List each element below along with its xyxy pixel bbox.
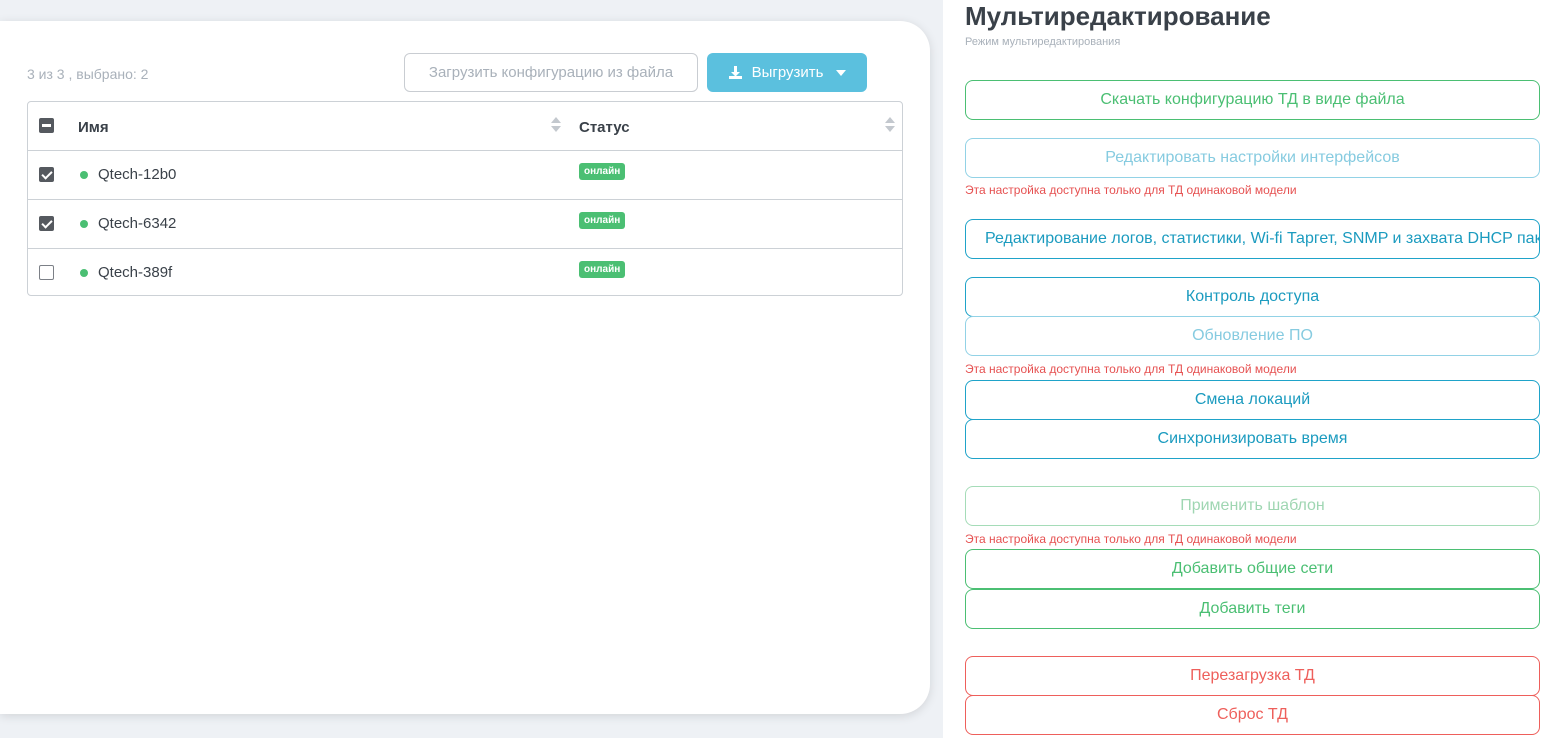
status-dot-icon	[80, 171, 88, 179]
row-checkbox[interactable]	[39, 216, 54, 231]
download-config-button[interactable]: Скачать конфигурацию ТД в виде файла	[965, 80, 1540, 120]
download-icon	[728, 66, 742, 79]
access-control-button[interactable]: Контроль доступа	[965, 277, 1540, 317]
table-row[interactable]: Qtech-6342 онлайн	[28, 200, 902, 249]
same-model-note: Эта настройка доступна только для ТД оди…	[965, 532, 1297, 546]
same-model-note: Эта настройка доступна только для ТД оди…	[965, 183, 1297, 197]
select-all-checkbox[interactable]	[39, 118, 54, 133]
load-config-button[interactable]: Загрузить конфигурацию из файла	[404, 53, 698, 92]
panel-subtitle: Режим мультиредактирования	[965, 36, 1121, 48]
device-name[interactable]: Qtech-389f	[98, 264, 172, 281]
device-name[interactable]: Qtech-12b0	[98, 166, 176, 183]
devices-table: Имя Статус Qtech-12b0 онлайн Qtech-6342 …	[27, 101, 903, 296]
edit-logs-button[interactable]: Редактирование логов, статистики, Wi-fi …	[965, 219, 1540, 259]
row-checkbox[interactable]	[39, 167, 54, 182]
status-dot-icon	[80, 269, 88, 277]
table-row[interactable]: Qtech-389f онлайн	[28, 249, 902, 295]
firmware-update-button[interactable]: Обновление ПО	[965, 316, 1540, 356]
edit-interfaces-button[interactable]: Редактировать настройки интерфейсов	[965, 138, 1540, 178]
table-header: Имя Статус	[28, 102, 902, 151]
column-header-name[interactable]: Имя	[78, 119, 109, 136]
reset-button[interactable]: Сброс ТД	[965, 695, 1540, 735]
row-checkbox[interactable]	[39, 265, 54, 280]
status-dot-icon	[80, 220, 88, 228]
export-button-label: Выгрузить	[751, 64, 824, 81]
status-badge: онлайн	[579, 212, 626, 229]
sort-icon[interactable]	[885, 117, 895, 133]
selection-count: 3 из 3 , выбрано: 2	[27, 66, 149, 82]
status-badge: онлайн	[579, 261, 626, 278]
sync-time-button[interactable]: Синхронизировать время	[965, 419, 1540, 459]
sort-icon[interactable]	[551, 117, 561, 133]
export-button[interactable]: Выгрузить	[707, 53, 867, 92]
multi-edit-panel: Мультиредактирование Режим мультиредакти…	[943, 0, 1553, 738]
panel-title: Мультиредактирование	[965, 1, 1271, 31]
reboot-button[interactable]: Перезагрузка ТД	[965, 656, 1540, 696]
add-networks-button[interactable]: Добавить общие сети	[965, 549, 1540, 589]
apply-template-button[interactable]: Применить шаблон	[965, 486, 1540, 526]
device-list-card: 3 из 3 , выбрано: 2 Загрузить конфигурац…	[0, 21, 930, 714]
column-header-status[interactable]: Статус	[579, 119, 630, 136]
change-location-button[interactable]: Смена локаций	[965, 380, 1540, 420]
status-badge: онлайн	[579, 163, 626, 180]
same-model-note: Эта настройка доступна только для ТД оди…	[965, 362, 1297, 376]
table-row[interactable]: Qtech-12b0 онлайн	[28, 151, 902, 200]
caret-down-icon	[836, 69, 847, 76]
device-name[interactable]: Qtech-6342	[98, 215, 176, 232]
add-tags-button[interactable]: Добавить теги	[965, 589, 1540, 629]
